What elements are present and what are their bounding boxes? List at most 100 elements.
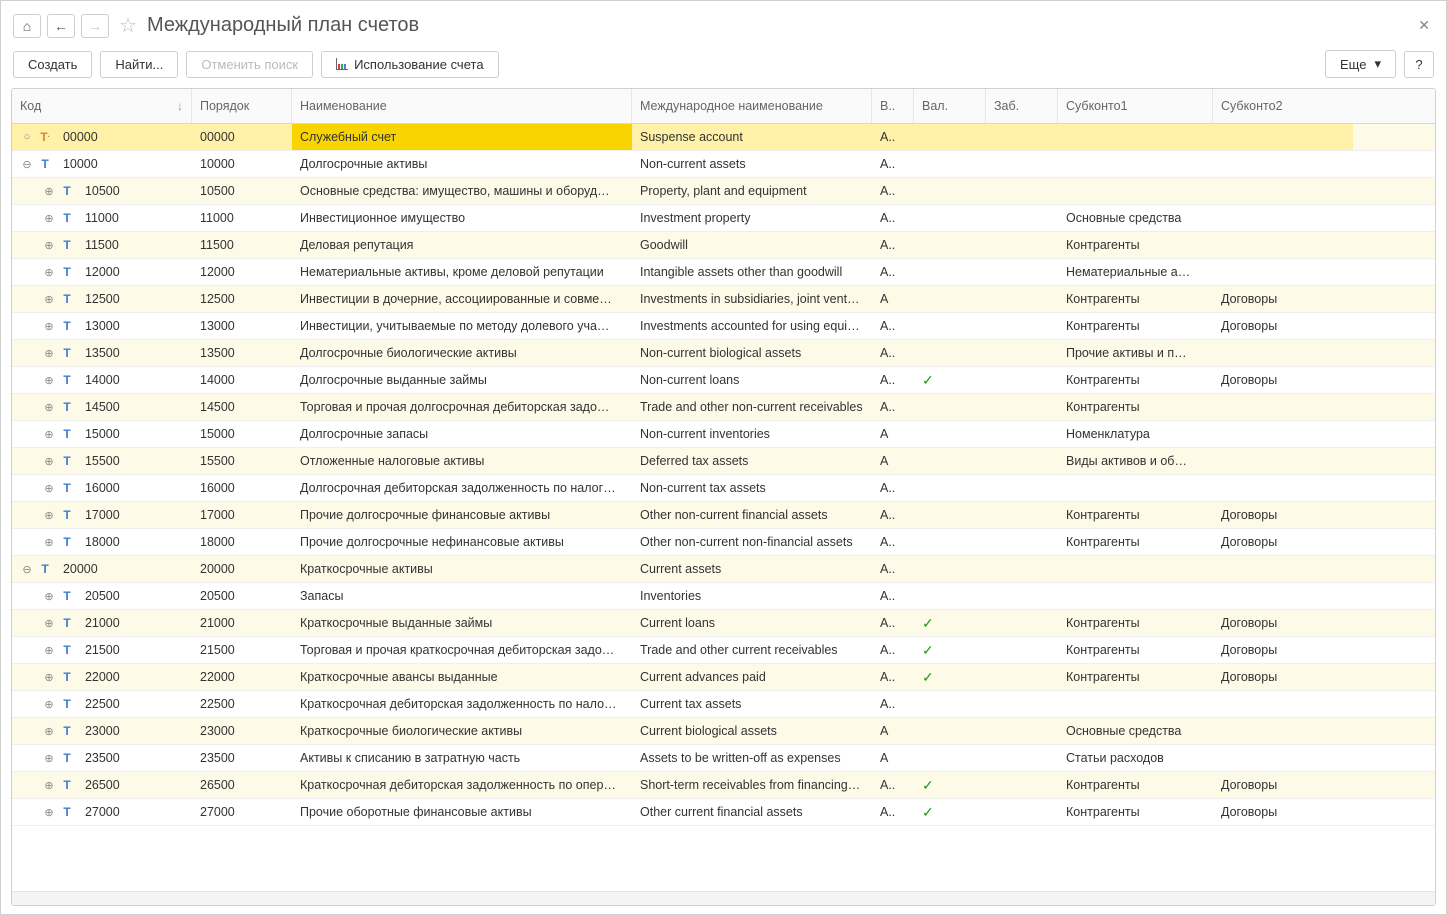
expand-icon[interactable]: ⊕ [42,374,56,387]
expand-icon[interactable]: ⊕ [42,509,56,522]
table-row[interactable]: ⊕Т 1350013500Долгосрочные биологические … [12,340,1435,367]
expand-icon[interactable]: ⊕ [42,536,56,549]
expand-icon[interactable]: ⊕ [42,185,56,198]
table-row[interactable]: ⊕Т 2300023000Краткосрочные биологические… [12,718,1435,745]
expand-icon[interactable]: ⊕ [42,644,56,657]
expand-icon[interactable]: ⊕ [42,347,56,360]
expand-icon[interactable]: ⊕ [42,482,56,495]
col-header-val[interactable]: Вал. [914,89,986,123]
cell-sub1: Контрагенты [1058,529,1213,555]
table-row[interactable]: ⊕Т 1700017000Прочие долгосрочные финансо… [12,502,1435,529]
favorite-star-icon[interactable]: ☆ [119,13,137,38]
cell-intl: Non-current assets [632,151,872,177]
col-header-sub1[interactable]: Субконто1 [1058,89,1213,123]
cell-vid: А [872,448,914,474]
expand-icon[interactable]: ⊕ [42,806,56,819]
find-button[interactable]: Найти... [100,51,178,78]
expand-icon[interactable]: ⊕ [42,752,56,765]
cell-zab [986,583,1058,609]
table-row[interactable]: ⊕Т 1100011000Инвестиционное имуществоInv… [12,205,1435,232]
table-row[interactable]: ⊕Т 2350023500Активы к списанию в затратн… [12,745,1435,772]
table-row[interactable]: ⊕Т 2650026500Краткосрочная дебиторская з… [12,772,1435,799]
cell-vid: А.. [872,664,914,690]
table-row[interactable]: ⊕Т 2050020500ЗапасыInventoriesА.. [12,583,1435,610]
close-icon[interactable]: ✕ [1414,13,1434,38]
cell-sub1: Контрагенты [1058,799,1213,825]
col-header-code[interactable]: Код ↓ [12,89,192,123]
table-row[interactable]: ⊕Т 2700027000Прочие оборотные финансовые… [12,799,1435,826]
cell-intl: Other current financial assets [632,799,872,825]
cell-sub1: Виды активов и об… [1058,448,1213,474]
more-button[interactable]: Еще ▾ [1325,50,1396,78]
cell-order: 21500 [192,637,292,663]
create-button[interactable]: Создать [13,51,92,78]
expand-icon[interactable]: ⊕ [42,617,56,630]
table-row[interactable]: ⊕Т 1050010500Основные средства: имуществ… [12,178,1435,205]
table-row[interactable]: ⊕Т 1250012500Инвестиции в дочерние, ассо… [12,286,1435,313]
expand-icon[interactable]: ⊕ [42,320,56,333]
horizontal-scrollbar[interactable] [12,891,1435,905]
table-row[interactable]: ⊕Т 1200012000Нематериальные активы, кром… [12,259,1435,286]
collapse-icon[interactable]: ⊖ [20,563,34,576]
col-header-vid[interactable]: В.. [872,89,914,123]
code-value: 12500 [78,292,120,306]
cell-sub1 [1058,151,1213,177]
table-row[interactable]: ⊕Т 1600016000Долгосрочная дебиторская за… [12,475,1435,502]
cancel-search-button[interactable]: Отменить поиск [186,51,313,78]
expand-icon[interactable]: ⊕ [42,590,56,603]
expand-icon[interactable]: ⊕ [42,455,56,468]
account-usage-button[interactable]: Использование счета [321,51,498,78]
table-row[interactable]: ⊖Т 2000020000Краткосрочные активыCurrent… [12,556,1435,583]
col-header-zab[interactable]: Заб. [986,89,1058,123]
cell-code: ⊕Т 11500 [12,232,192,258]
table-row[interactable]: ⊕Т 2100021000Краткосрочные выданные займ… [12,610,1435,637]
table-row[interactable]: ⊖Т 1000010000Долгосрочные активыNon-curr… [12,151,1435,178]
grid-body[interactable]: ○Т 0000000000Служебный счетSuspense acco… [12,124,1435,891]
cell-name: Инвестиции, учитываемые по методу долево… [292,313,632,339]
back-button[interactable]: ← [47,14,75,38]
forward-button[interactable]: → [81,14,109,38]
check-icon: ✓ [922,669,934,686]
expand-icon[interactable]: ⊕ [42,266,56,279]
expand-icon[interactable]: ⊕ [42,725,56,738]
expand-icon[interactable]: ⊕ [42,212,56,225]
col-header-name[interactable]: Наименование [292,89,632,123]
expand-icon[interactable]: ⊕ [42,779,56,792]
expand-icon[interactable]: ⊕ [42,239,56,252]
expand-icon[interactable]: ⊕ [42,428,56,441]
table-row[interactable]: ⊕Т 1150011500Деловая репутацияGoodwillА.… [12,232,1435,259]
code-value: 21500 [78,643,120,657]
col-header-order[interactable]: Порядок [192,89,292,123]
cell-vid: А.. [872,313,914,339]
col-header-intl[interactable]: Международное наименование [632,89,872,123]
table-row[interactable]: ⊕Т 1400014000Долгосрочные выданные займы… [12,367,1435,394]
table-row[interactable]: ⊕Т 2200022000Краткосрочные авансы выданн… [12,664,1435,691]
collapse-icon[interactable]: ⊖ [20,158,34,171]
expand-icon[interactable]: ⊕ [42,698,56,711]
cell-order: 11000 [192,205,292,231]
table-row[interactable]: ⊕Т 1450014500Торговая и прочая долгосроч… [12,394,1435,421]
table-row[interactable]: ⊕Т 1300013000Инвестиции, учитываемые по … [12,313,1435,340]
check-icon: ✓ [922,372,934,389]
cell-vid: А.. [872,475,914,501]
cell-sub2 [1213,475,1353,501]
table-row[interactable]: ○Т 0000000000Служебный счетSuspense acco… [12,124,1435,151]
help-button[interactable]: ? [1404,51,1434,78]
expand-icon[interactable]: ⊕ [42,671,56,684]
expand-icon[interactable]: ⊕ [42,401,56,414]
more-label: Еще [1340,57,1366,72]
table-row[interactable]: ⊕Т 1550015500Отложенные налоговые активы… [12,448,1435,475]
expand-icon[interactable]: ⊕ [42,293,56,306]
table-row[interactable]: ⊕Т 1800018000Прочие долгосрочные нефинан… [12,529,1435,556]
table-row[interactable]: ⊕Т 1500015000Долгосрочные запасыNon-curr… [12,421,1435,448]
cell-zab [986,178,1058,204]
home-button[interactable]: ⌂ [13,14,41,38]
page-title: Международный план счетов [147,14,1408,37]
table-row[interactable]: ⊕Т 2150021500Торговая и прочая краткосро… [12,637,1435,664]
col-header-sub2[interactable]: Субконто2 [1213,89,1353,123]
account-type-icon: Т [60,589,74,603]
cell-order: 18000 [192,529,292,555]
cell-sub2: Договоры [1213,502,1353,528]
code-value: 14000 [78,373,120,387]
table-row[interactable]: ⊕Т 2250022500Краткосрочная дебиторская з… [12,691,1435,718]
